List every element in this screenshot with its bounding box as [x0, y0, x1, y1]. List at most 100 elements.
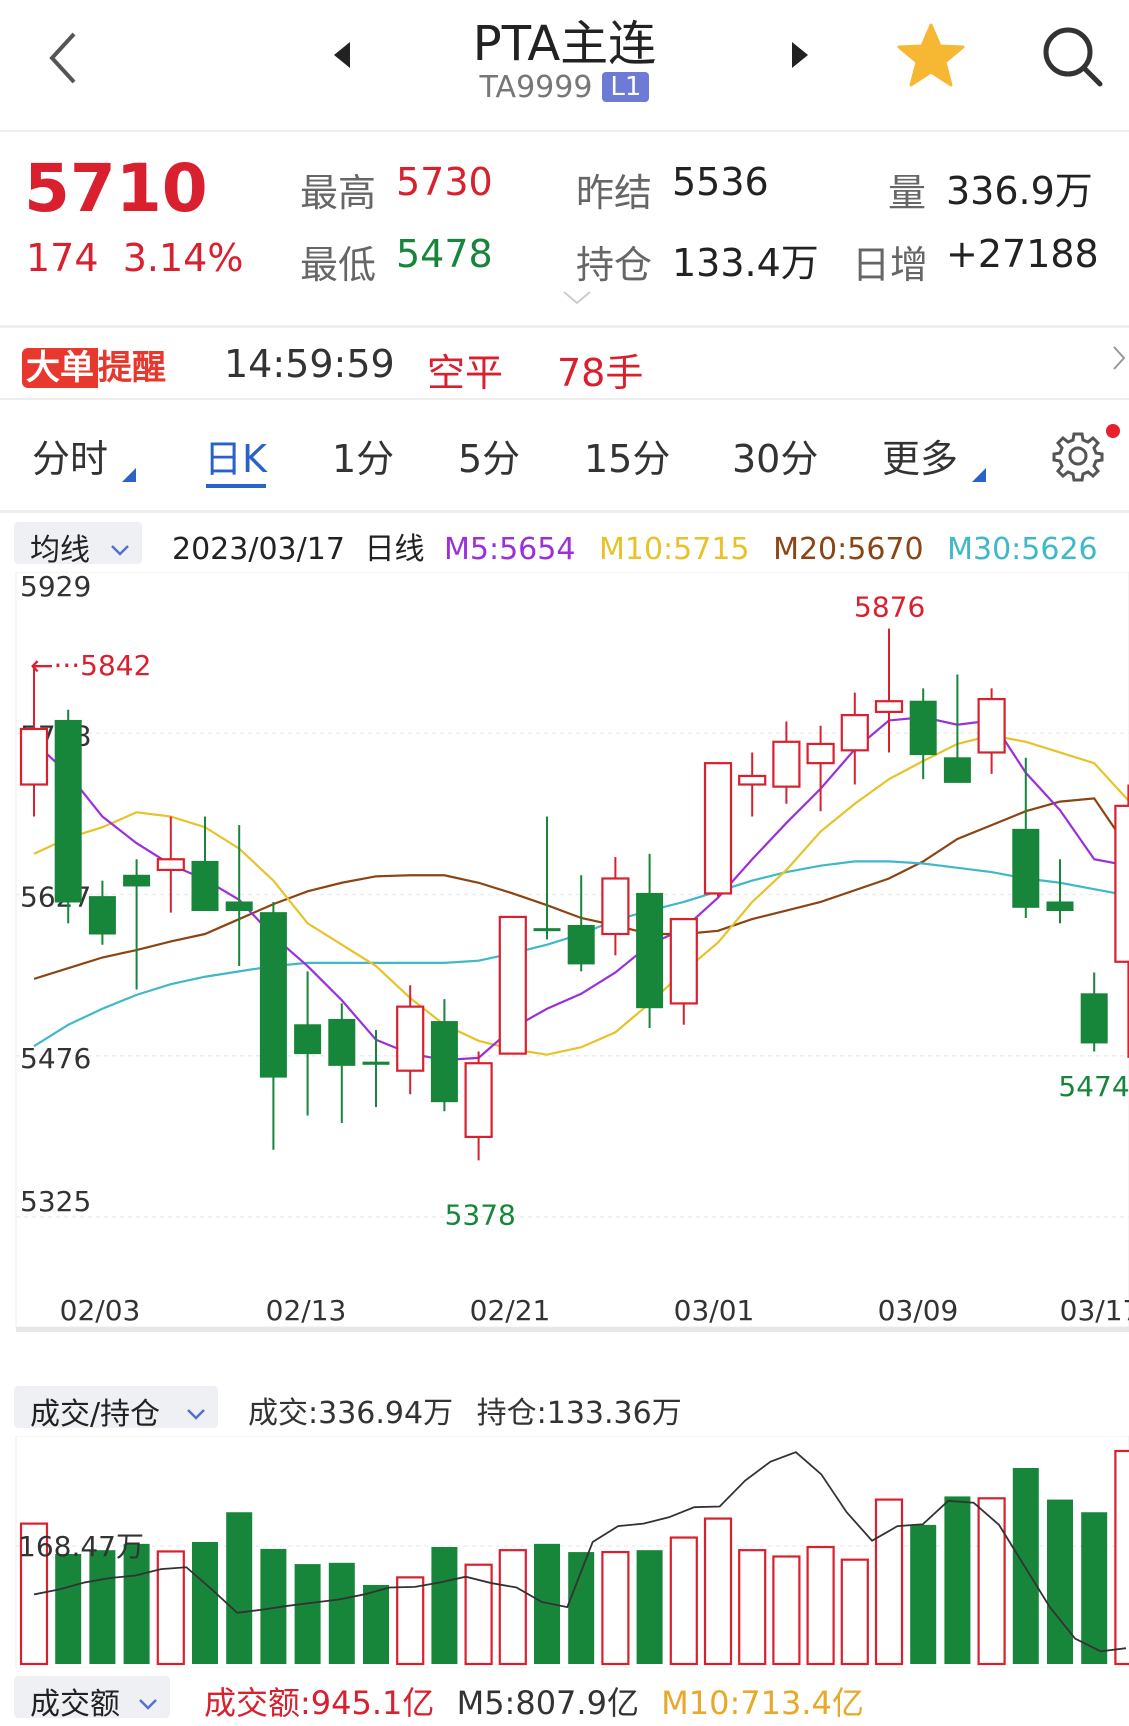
badge-part-1: 大单 — [22, 348, 98, 388]
change-value: 174 — [26, 236, 99, 280]
chevron-down-icon — [186, 1394, 206, 1429]
low-label: 最低 — [300, 243, 377, 287]
volume-bar-up — [396, 1576, 425, 1666]
chevron-down-icon — [138, 1684, 158, 1719]
volume-value: 336.9万 — [946, 169, 1093, 213]
volume-bar-down — [431, 1547, 458, 1664]
x-tick-label: 02/21 — [470, 1294, 551, 1327]
amount-m10: M10:713.4亿 — [661, 1684, 864, 1722]
volume-bar-down — [568, 1552, 595, 1664]
volume-chart[interactable]: 168.47万 — [0, 1436, 1129, 1668]
tab-timeshare-dropdown-icon — [122, 468, 136, 482]
candle-body-down — [123, 874, 151, 887]
volume-bar-up — [1114, 1449, 1129, 1666]
candle-body-down — [328, 1018, 356, 1066]
ma-m10: M10:5715 — [599, 532, 750, 567]
tab-more-dropdown-icon — [972, 468, 986, 482]
annotation-min: 5378 — [445, 1198, 516, 1231]
candle-body-up — [738, 774, 767, 786]
candle-body-up — [464, 1062, 493, 1139]
contract-code-text: TA9999 — [479, 70, 593, 105]
amount-indicator-select[interactable]: 成交额 — [14, 1676, 170, 1722]
alert-time: 14:59:59 — [224, 342, 395, 386]
candle-body-down — [533, 928, 561, 932]
ma-legend: 2023/03/17 日线 M5:5654 M10:5715 M20:5670 … — [172, 524, 1098, 568]
open-interest-label: 持仓 — [576, 243, 653, 287]
ma-date: 2023/03/17 — [172, 532, 345, 567]
candle-body-down — [259, 912, 287, 1078]
tab-5min[interactable]: 5分 — [458, 428, 520, 483]
candle-body-down — [225, 901, 253, 912]
candle-body-down — [54, 719, 82, 903]
x-tick-label: 02/03 — [60, 1294, 141, 1327]
volume-scale-label: 168.47万 — [18, 1530, 144, 1563]
open-interest-value: 133.4万 — [672, 241, 819, 285]
candle-body-down — [567, 924, 595, 965]
candle-body-down — [88, 896, 116, 935]
change-percent: 3.14% — [122, 236, 244, 280]
volume-bar-up — [669, 1536, 698, 1666]
indicator-select[interactable]: 均线 — [14, 522, 142, 568]
x-tick-label: 03/09 — [878, 1294, 959, 1327]
price-change: 174 3.14% — [26, 236, 243, 280]
volume-indicator-select[interactable]: 成交/持仓 — [14, 1386, 218, 1432]
candle-body-down — [362, 1061, 390, 1065]
candle-body-down — [636, 892, 664, 1009]
active-tab-indicator — [206, 484, 266, 488]
candle-body-down — [943, 757, 971, 783]
candlestick-chart[interactable]: 59295778562754765325 ←···584258765378547… — [0, 572, 1129, 1332]
chevron-right-icon[interactable] — [1112, 344, 1126, 379]
volume-bar-up — [738, 1549, 767, 1666]
amount-m5: M5:807.9亿 — [456, 1684, 639, 1722]
annotation-max: 5876 — [854, 591, 925, 624]
tab-1min[interactable]: 1分 — [332, 428, 394, 483]
tab-more[interactable]: 更多 — [882, 428, 958, 483]
volume-bar-down — [944, 1496, 971, 1664]
candle-body-up — [1114, 804, 1129, 963]
gear-icon[interactable] — [1052, 430, 1104, 486]
x-tick-label: 02/13 — [266, 1294, 347, 1327]
candle-body-up — [840, 713, 869, 752]
y-tick-label: 5476 — [20, 1042, 91, 1075]
volume-bar-down — [1081, 1512, 1108, 1664]
alert-quantity: 78手 — [557, 351, 644, 395]
candle-body-down — [430, 1021, 458, 1103]
volume-bar-down — [328, 1562, 355, 1664]
indicator-select-label: 均线 — [30, 533, 90, 568]
tab-daily-k[interactable]: 日K — [204, 428, 267, 483]
volume-bar-down — [192, 1541, 218, 1664]
volume-bar-down — [910, 1524, 937, 1664]
candle-body-down — [1080, 993, 1108, 1044]
y-tick-label: 5929 — [20, 572, 91, 603]
volume-bar-down — [1047, 1499, 1073, 1664]
x-tick-label: 03/01 — [674, 1294, 755, 1327]
tab-15min[interactable]: 15分 — [584, 428, 670, 483]
candle-body-up — [977, 697, 1006, 754]
volume-bar-up — [806, 1545, 835, 1666]
volume-bar-down — [294, 1564, 321, 1664]
notification-dot — [1106, 424, 1120, 438]
ma-period: 日线 — [364, 532, 425, 567]
volume-bar-down — [636, 1550, 663, 1664]
volume-bar-up — [840, 1558, 869, 1666]
tab-timeshare[interactable]: 分时 — [32, 428, 108, 483]
amount-legend: 成交额:945.1亿 M5:807.9亿 M10:713.4亿 — [204, 1678, 864, 1724]
volume-bar-down — [363, 1584, 389, 1664]
candle-body-down — [294, 1024, 322, 1055]
ma-m30: M30:5626 — [947, 532, 1098, 567]
search-icon[interactable] — [1040, 24, 1104, 92]
favorite-star-icon[interactable] — [896, 22, 966, 92]
next-contract-icon[interactable] — [790, 40, 810, 74]
tabs-divider — [0, 510, 1129, 513]
x-tick-label: 03/17 — [1060, 1294, 1129, 1327]
annotation-left-high: ←···5842 — [30, 649, 151, 682]
volume-bar-up — [601, 1550, 630, 1666]
annotation-right-low: 5474 — [1058, 1070, 1129, 1103]
ma-m20: M20:5670 — [773, 532, 924, 567]
line-badge: L1 — [602, 72, 650, 102]
expand-chevron-icon[interactable] — [562, 290, 592, 310]
volume-bar-up — [703, 1517, 733, 1666]
oi-text: 持仓:133.36万 — [476, 1396, 682, 1431]
daily-increase-label: 日增 — [852, 243, 929, 287]
tab-30min[interactable]: 30分 — [732, 428, 818, 483]
